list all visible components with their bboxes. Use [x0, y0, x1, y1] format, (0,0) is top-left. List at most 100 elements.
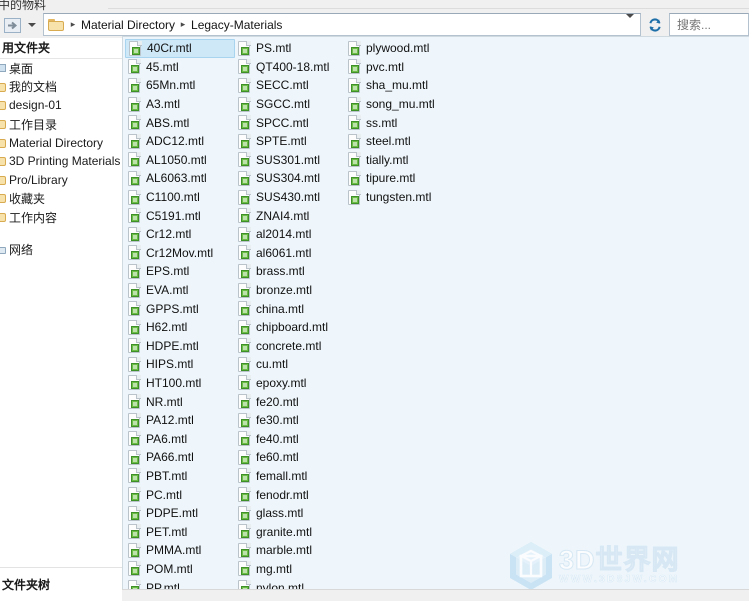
mtl-file-icon — [238, 189, 251, 205]
file-item[interactable]: PC.mtl — [125, 485, 235, 504]
file-item[interactable]: SUS304.mtl — [235, 169, 345, 188]
file-item[interactable]: C1100.mtl — [125, 188, 235, 207]
file-name: C5191.mtl — [146, 208, 201, 223]
mtl-file-icon — [238, 505, 251, 521]
mtl-file-icon — [238, 133, 251, 149]
file-item[interactable]: nylon.mtl — [235, 578, 345, 589]
search-input[interactable] — [675, 16, 748, 33]
file-item[interactable]: ZNAI4.mtl — [235, 206, 345, 225]
file-name: ZNAI4.mtl — [256, 208, 310, 223]
file-item[interactable]: PA66.mtl — [125, 448, 235, 467]
file-item[interactable]: al6061.mtl — [235, 244, 345, 263]
file-name: ss.mtl — [366, 115, 398, 130]
sidebar-item-3d-printing-materials[interactable]: 3D Printing Materials — [0, 152, 122, 171]
file-item[interactable]: Cr12.mtl — [125, 225, 235, 244]
file-item[interactable]: PET.mtl — [125, 522, 235, 541]
refresh-button[interactable] — [643, 13, 667, 36]
file-item[interactable]: A3.mtl — [125, 95, 235, 114]
address-dropdown-button[interactable] — [626, 13, 634, 32]
file-item[interactable]: PA12.mtl — [125, 411, 235, 430]
file-item[interactable]: HDPE.mtl — [125, 337, 235, 356]
file-item[interactable]: AL6063.mtl — [125, 169, 235, 188]
file-item[interactable]: femall.mtl — [235, 467, 345, 486]
file-item[interactable]: SPTE.mtl — [235, 132, 345, 151]
file-item[interactable]: PBT.mtl — [125, 467, 235, 486]
history-dropdown-button[interactable] — [24, 16, 40, 34]
file-item[interactable]: tially.mtl — [345, 151, 470, 170]
file-item[interactable]: POM.mtl — [125, 560, 235, 579]
forward-button[interactable] — [2, 16, 22, 34]
file-item[interactable]: Cr12Mov.mtl — [125, 244, 235, 263]
search-box[interactable] — [669, 13, 749, 36]
file-item[interactable]: SUS430.mtl — [235, 188, 345, 207]
file-item[interactable]: marble.mtl — [235, 541, 345, 560]
file-item[interactable]: brass.mtl — [235, 262, 345, 281]
file-item[interactable]: SUS301.mtl — [235, 151, 345, 170]
sidebar-item-pro-library[interactable]: Pro/Library — [0, 171, 122, 190]
file-item[interactable]: C5191.mtl — [125, 206, 235, 225]
breadcrumb-item-1[interactable]: Legacy-Materials — [188, 17, 285, 33]
file-item[interactable]: fe60.mtl — [235, 448, 345, 467]
file-item[interactable]: mg.mtl — [235, 560, 345, 579]
file-item[interactable]: cu.mtl — [235, 355, 345, 374]
file-item[interactable]: HIPS.mtl — [125, 355, 235, 374]
file-item[interactable]: EPS.mtl — [125, 262, 235, 281]
file-item[interactable]: PDPE.mtl — [125, 504, 235, 523]
file-item[interactable]: PP.mtl — [125, 578, 235, 589]
sidebar-item-favorites[interactable]: 收藏夹 — [0, 189, 122, 208]
file-item[interactable]: tungsten.mtl — [345, 188, 470, 207]
address-bar[interactable]: ▸ Material Directory ▸ Legacy-Materials — [43, 13, 641, 36]
file-item[interactable]: sha_mu.mtl — [345, 76, 470, 95]
file-item[interactable]: fe30.mtl — [235, 411, 345, 430]
breadcrumb-item-0[interactable]: Material Directory — [78, 17, 178, 33]
file-item[interactable]: SECC.mtl — [235, 76, 345, 95]
sidebar-item-network[interactable]: 网络 — [0, 240, 122, 259]
file-item[interactable]: epoxy.mtl — [235, 374, 345, 393]
file-item[interactable]: plywood.mtl — [345, 39, 470, 58]
file-item[interactable]: china.mtl — [235, 299, 345, 318]
file-item[interactable]: PS.mtl — [235, 39, 345, 58]
file-item[interactable]: tipure.mtl — [345, 169, 470, 188]
file-item[interactable]: PMMA.mtl — [125, 541, 235, 560]
file-item[interactable]: SGCC.mtl — [235, 95, 345, 114]
mtl-file-icon — [128, 77, 141, 93]
file-item[interactable]: bronze.mtl — [235, 281, 345, 300]
folder-tree-footer[interactable]: 文件夹树 — [0, 567, 123, 601]
file-item[interactable]: NR.mtl — [125, 392, 235, 411]
file-item[interactable]: GPPS.mtl — [125, 299, 235, 318]
file-item[interactable]: 65Mn.mtl — [125, 76, 235, 95]
file-item[interactable]: 45.mtl — [125, 58, 235, 77]
file-item[interactable]: AL1050.mtl — [125, 151, 235, 170]
file-item[interactable]: QT400-18.mtl — [235, 58, 345, 77]
sidebar-item-material-directory[interactable]: Material Directory — [0, 133, 122, 152]
sidebar-item-design-01[interactable]: design-01 — [0, 96, 122, 115]
file-item[interactable]: steel.mtl — [345, 132, 470, 151]
file-list-panel[interactable]: 40Cr.mtl 45.mtl 65Mn.mtl A3.mtl ABS.mtl ADC12… — [122, 36, 749, 589]
file-item-selected[interactable]: 40Cr.mtl — [125, 39, 235, 58]
sidebar-item-work-content[interactable]: 工作内容 — [0, 208, 122, 227]
file-item[interactable]: chipboard.mtl — [235, 318, 345, 337]
file-item[interactable]: PA6.mtl — [125, 429, 235, 448]
sidebar-item-work-directory[interactable]: 工作目录 — [0, 115, 122, 134]
file-item[interactable]: EVA.mtl — [125, 281, 235, 300]
file-item[interactable]: ABS.mtl — [125, 113, 235, 132]
file-item[interactable]: fenodr.mtl — [235, 485, 345, 504]
file-item[interactable]: concrete.mtl — [235, 337, 345, 356]
file-name: concrete.mtl — [256, 338, 322, 353]
file-item[interactable]: song_mu.mtl — [345, 95, 470, 114]
file-item[interactable]: al2014.mtl — [235, 225, 345, 244]
file-item[interactable]: granite.mtl — [235, 522, 345, 541]
file-item[interactable]: pvc.mtl — [345, 58, 470, 77]
file-name: tungsten.mtl — [366, 190, 432, 205]
file-item[interactable]: ADC12.mtl — [125, 132, 235, 151]
file-item[interactable]: H62.mtl — [125, 318, 235, 337]
sidebar-item-my-documents[interactable]: 我的文档 — [0, 78, 122, 97]
file-item[interactable]: fe20.mtl — [235, 392, 345, 411]
file-item[interactable]: SPCC.mtl — [235, 113, 345, 132]
file-item[interactable]: ss.mtl — [345, 113, 470, 132]
file-item[interactable]: HT100.mtl — [125, 374, 235, 393]
file-item[interactable]: fe40.mtl — [235, 429, 345, 448]
file-item[interactable]: glass.mtl — [235, 504, 345, 523]
sidebar-item-desktop[interactable]: 桌面 — [0, 59, 122, 78]
